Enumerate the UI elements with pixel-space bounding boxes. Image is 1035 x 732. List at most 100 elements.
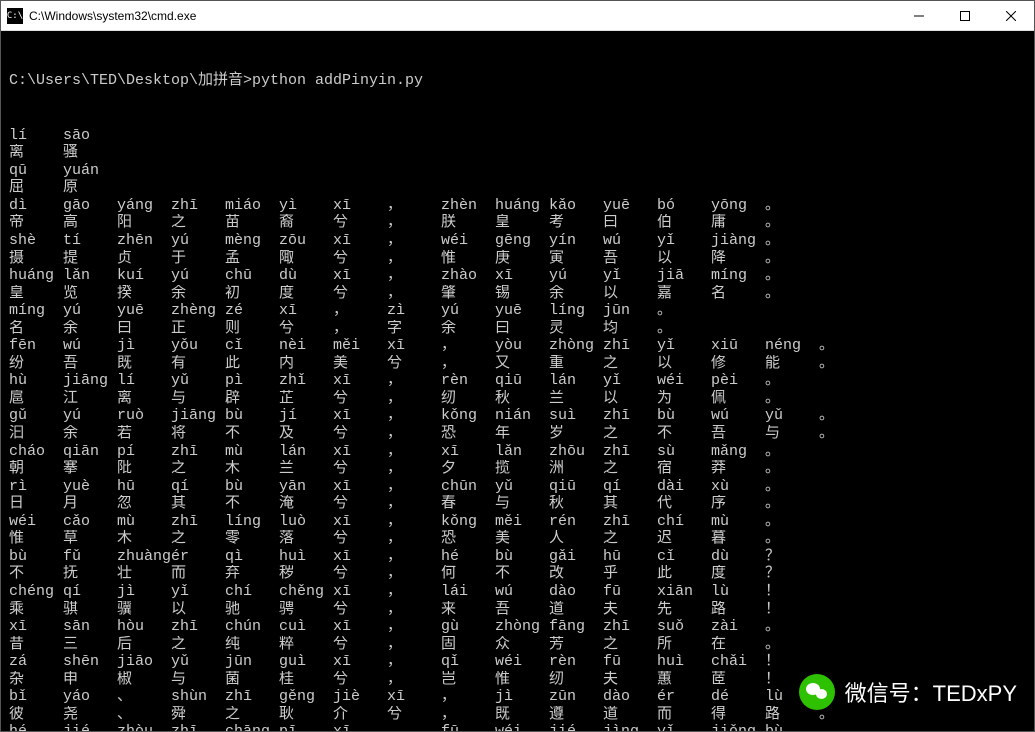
cell: 帝 xyxy=(9,214,63,232)
cell: gēng xyxy=(495,232,549,250)
output-row: héjiézhòuzhīchāngpīxī，fūwéijiéjìngyǐjiǒn… xyxy=(9,723,1026,731)
maximize-button[interactable] xyxy=(942,1,988,31)
cell: wéi xyxy=(441,232,495,250)
cell: 灵 xyxy=(549,320,603,338)
cell: 伯 xyxy=(657,214,711,232)
cell: 与 xyxy=(765,425,819,443)
titlebar[interactable]: C:\ C:\Windows\system32\cmd.exe xyxy=(1,1,1034,31)
cell: 高 xyxy=(63,214,117,232)
cell: yòu xyxy=(495,337,549,355)
cell: zhī xyxy=(603,443,657,461)
cell: hòu xyxy=(117,618,171,636)
cell: jìng xyxy=(603,723,657,731)
cell: 恐 xyxy=(441,530,495,548)
cell: ！ xyxy=(765,653,819,671)
cell: mù xyxy=(117,513,171,531)
output-row: shètízhēnyúmèngzōuxī，wéigēngyínwúyǐjiàng… xyxy=(9,232,1026,250)
cell: 壮 xyxy=(117,565,171,583)
cell: 于 xyxy=(171,250,225,268)
cell: 名 xyxy=(711,285,765,303)
cell: ， xyxy=(387,636,441,654)
cell: 、 xyxy=(117,706,171,724)
cell: 以 xyxy=(657,250,711,268)
cell: xù xyxy=(711,478,765,496)
cell: 阳 xyxy=(117,214,171,232)
cell: rèn xyxy=(549,653,603,671)
cell: 。 xyxy=(765,513,819,531)
cell: dù xyxy=(279,267,333,285)
cell: 重 xyxy=(549,355,603,373)
cell: 兮 xyxy=(333,530,387,548)
cell: kǒng xyxy=(441,407,495,425)
cell: 之 xyxy=(603,460,657,478)
cell: 夕 xyxy=(441,460,495,478)
cell: xī xyxy=(387,337,441,355)
cell: 乘 xyxy=(9,601,63,619)
cell: nèi xyxy=(279,337,333,355)
cell: xiū xyxy=(711,337,765,355)
cell: ， xyxy=(333,320,387,338)
cell: wéi xyxy=(9,513,63,531)
cell: 之 xyxy=(603,355,657,373)
cell: 兮 xyxy=(333,460,387,478)
cell: 得 xyxy=(711,706,765,724)
cmd-window: C:\ C:\Windows\system32\cmd.exe C:\Users… xyxy=(0,0,1035,732)
cell: 忽 xyxy=(117,495,171,513)
output-row: 名余曰正则兮，字余曰灵均。 xyxy=(9,320,1026,338)
cell: zhī xyxy=(225,688,279,706)
cell: shè xyxy=(9,232,63,250)
cell: xī xyxy=(9,618,63,636)
cell: 。 xyxy=(819,337,873,355)
cell: jì xyxy=(117,337,171,355)
cell: 纯 xyxy=(225,636,279,654)
cell: 兮 xyxy=(333,565,387,583)
cell: 。 xyxy=(765,618,819,636)
cell: 淹 xyxy=(279,495,333,513)
cell: gǔ xyxy=(9,407,63,425)
cell: huì xyxy=(657,653,711,671)
cell: 。 xyxy=(765,460,819,478)
close-button[interactable] xyxy=(988,1,1034,31)
cell: 原 xyxy=(63,179,117,197)
minimize-button[interactable] xyxy=(896,1,942,31)
cell: líng xyxy=(549,302,603,320)
cell: 不 xyxy=(225,425,279,443)
cell: 摄 xyxy=(9,250,63,268)
cell: fǔ xyxy=(63,548,117,566)
cell: ， xyxy=(387,495,441,513)
cell: bù xyxy=(495,548,549,566)
cell: zhǐ xyxy=(279,372,333,390)
terminal-output[interactable]: C:\Users\TED\Desktop\加拼音>python addPinyi… xyxy=(1,31,1034,731)
cell: 春 xyxy=(441,495,495,513)
cell: 汩 xyxy=(9,425,63,443)
cell: chí xyxy=(225,583,279,601)
cell: bó xyxy=(657,197,711,215)
cell: 陬 xyxy=(279,250,333,268)
cell: xī xyxy=(333,723,387,731)
cell: wú xyxy=(63,337,117,355)
cell: ér xyxy=(657,688,711,706)
cell: 固 xyxy=(441,636,495,654)
cell: měi xyxy=(495,513,549,531)
cell: 能 xyxy=(765,355,819,373)
cell: yān xyxy=(279,478,333,496)
cell: yín xyxy=(549,232,603,250)
cell: xī xyxy=(387,688,441,706)
cell: ？ xyxy=(765,565,819,583)
cell: hé xyxy=(9,723,63,731)
cell: 朝 xyxy=(9,460,63,478)
cell: 而 xyxy=(171,565,225,583)
cell: 众 xyxy=(495,636,549,654)
cell: huáng xyxy=(9,267,63,285)
cell: 洲 xyxy=(549,460,603,478)
cell: 之 xyxy=(171,460,225,478)
cell: mù xyxy=(711,513,765,531)
cell: 锡 xyxy=(495,285,549,303)
cell: lí xyxy=(9,127,63,145)
cell: líng xyxy=(225,513,279,531)
cell: 兮 xyxy=(333,390,387,408)
cell: bù xyxy=(225,407,279,425)
cell: rì xyxy=(9,478,63,496)
cell: lù xyxy=(711,583,765,601)
cell: yǔ xyxy=(171,653,225,671)
